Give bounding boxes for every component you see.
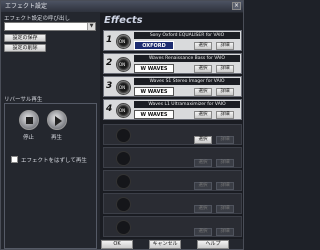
select-button[interactable]: 選択 [194,65,212,73]
cancel-button[interactable]: キャンセル [149,240,181,249]
detail-button: 詳細 [216,205,234,213]
empty-slot-5: 選択 詳細 [103,124,242,145]
select-button: 選択 [194,159,212,167]
effects-title: Effects [104,15,143,26]
power-toggle-icon[interactable]: ON [116,34,131,49]
stop-icon [26,117,33,124]
playback-group: 停止 再生 エフェクトをはずして再生 [4,103,97,249]
preset-label: エフェクト設定の呼び出し [4,16,71,22]
power-toggle-icon[interactable]: ON [116,103,131,118]
detail-button: 詳細 [216,228,234,236]
play-icon [55,116,62,126]
preset-select[interactable]: ▼ [4,22,96,31]
select-button[interactable]: 選択 [194,88,212,96]
stop-button[interactable] [19,110,39,130]
slot-number: 2 [106,58,113,68]
detail-button: 詳細 [216,159,234,167]
detail-button[interactable]: 詳細 [216,42,234,50]
empty-slot-6: 選択 詳細 [103,147,242,168]
effect-name: Sony Oxford EQUALISER for VAIO [134,32,240,39]
chevron-down-icon[interactable]: ▼ [87,23,95,30]
empty-slot-8: 選択 詳細 [103,193,242,214]
delete-settings-button[interactable]: 設定の削除 [4,44,46,52]
play-button[interactable] [47,110,67,130]
effect-slot-3: 3 ON Waves S1 Stereo Imager for VAIO W W… [103,76,242,97]
slot-number: 1 [106,35,113,45]
power-toggle-icon[interactable] [116,220,131,235]
waves-logo: W WAVES [134,87,174,96]
select-button[interactable]: 選択 [194,42,212,50]
slot-number: 3 [106,81,113,91]
detail-button: 詳細 [216,182,234,190]
empty-slot-7: 選択 詳細 [103,170,242,191]
slot-number: 4 [106,104,113,114]
detail-button: 詳細 [216,136,234,144]
ok-button[interactable]: OK [101,240,133,249]
power-toggle-icon[interactable] [116,128,131,143]
bypass-effect-label: エフェクトをはずして再生 [21,158,87,164]
power-toggle-icon[interactable] [116,197,131,212]
select-button: 選択 [194,205,212,213]
stop-label: 停止 [23,135,35,141]
effect-name: Waves Renaissance Bass for VAIO [134,55,240,62]
effect-name: Waves L1 Ultramaximizer for VAIO [134,101,240,108]
title-bar: エフェクト設定 × [1,1,243,12]
help-button[interactable]: ヘルプ [197,240,229,249]
close-icon[interactable]: × [232,2,241,10]
power-toggle-icon[interactable]: ON [116,57,131,72]
power-toggle-icon[interactable] [116,151,131,166]
waves-logo: W WAVES [134,64,174,73]
effect-slot-1: 1 ON Sony Oxford EQUALISER for VAIO OXFO… [103,30,242,51]
save-settings-button[interactable]: 設定の保存 [4,34,46,42]
select-button[interactable]: 選択 [194,111,212,119]
select-button[interactable]: 選択 [194,136,212,144]
play-label: 再生 [51,135,63,141]
select-button: 選択 [194,182,212,190]
bypass-effect-checkbox[interactable] [11,156,18,163]
power-toggle-icon[interactable] [116,174,131,189]
empty-slot-9: 選択 詳細 [103,216,242,237]
effects-panel: Effects 1 ON Sony Oxford EQUALISER for V… [100,13,243,239]
oxford-logo: OXFORD [134,41,174,50]
effect-settings-window: エフェクト設定 × エフェクト設定の呼び出し ▼ 設定の保存 設定の削除 リバー… [0,0,244,250]
detail-button[interactable]: 詳細 [216,88,234,96]
effect-name: Waves S1 Stereo Imager for VAIO [134,78,240,85]
power-toggle-icon[interactable]: ON [116,80,131,95]
window-title: エフェクト設定 [5,3,48,10]
left-panel: エフェクト設定の呼び出し ▼ 設定の保存 設定の削除 リバーサル再生 停止 再生… [3,13,98,249]
select-button: 選択 [194,228,212,236]
detail-button[interactable]: 詳細 [216,111,234,119]
effect-slot-2: 2 ON Waves Renaissance Bass for VAIO W W… [103,53,242,74]
reverb-label: リバーサル再生 [4,97,43,103]
waves-logo: W WAVES [134,110,174,119]
effect-slot-4: 4 ON Waves L1 Ultramaximizer for VAIO W … [103,99,242,120]
detail-button[interactable]: 詳細 [216,65,234,73]
